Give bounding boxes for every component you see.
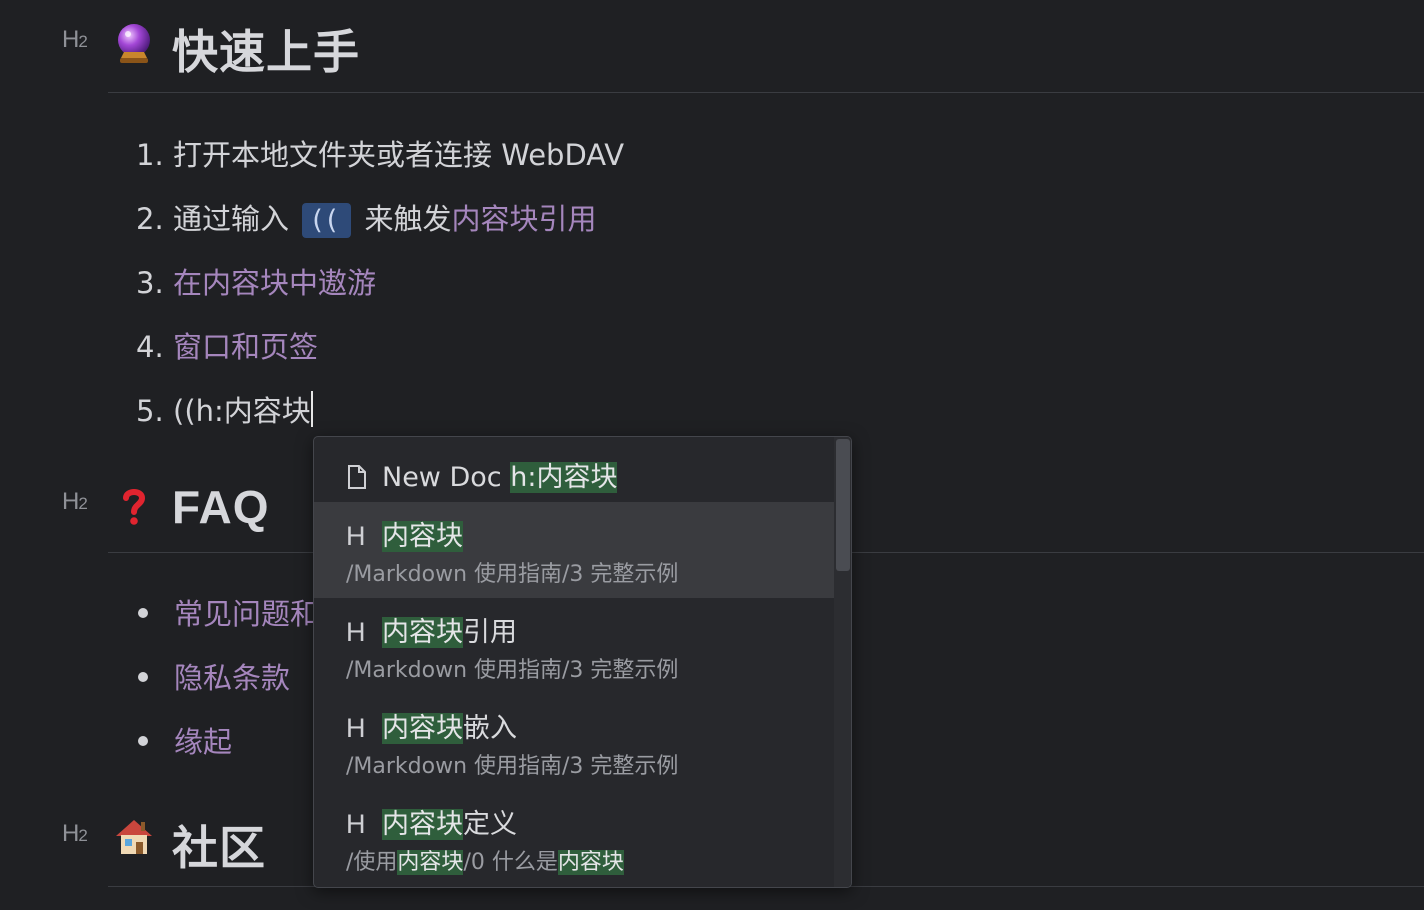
heading-type-icon: H [346,809,366,839]
heading-level-marker: H2 [62,820,88,847]
result-path: /Markdown 使用指南/3 完整示例 [346,754,679,779]
inline-code: (( [302,203,352,238]
result-path: /Markdown 使用指南/3 完整示例 [346,658,679,683]
list-item-step-2: 2. 通过输入 (( 来触发内容块引用 [136,202,597,238]
house-emoji-icon [116,820,152,854]
section-title-faq: FAQ [172,481,270,533]
heading-type-icon: H [346,713,366,743]
autocomplete-item[interactable]: H 内容块引用 /Markdown 使用指南/3 完整示例 [314,598,834,694]
autocomplete-item[interactable]: H 内容块嵌入 /Markdown 使用指南/3 完整示例 [314,694,834,790]
list-item-privacy: 隐私条款 [136,655,290,697]
crystal-ball-emoji-icon [118,24,150,63]
bullet-dot [138,672,148,682]
list-item-step-4: 4. 窗口和页签 [136,330,319,364]
heading-divider [108,92,1424,93]
heading-level-marker: H2 [62,488,88,515]
autocomplete-item[interactable]: H 内容块定义 /使用内容块/0 什么是内容块 [314,790,834,886]
section-title-quickstart: 快速上手 [172,25,360,79]
list-item-origin: 缘起 [136,719,232,761]
autocomplete-item-selected[interactable]: H 内容块 /Markdown 使用指南/3 完整示例 [314,502,834,598]
block-reference-autocomplete-popup: New Doc h:内容块 H 内容块 /Markdown 使用指南/3 完整示例… [313,436,852,888]
list-item-step-1: 1. 打开本地文件夹或者连接 WebDAV [136,138,625,172]
match-highlight: 内容块 [382,521,463,552]
link-block-reference[interactable]: 内容块引用 [452,202,597,236]
match-highlight: 内容块 [382,617,463,648]
file-icon [346,462,370,493]
link-origin[interactable]: 缘起 [174,725,232,759]
list-item-faq: 常见问题和 [136,591,319,633]
link-roam-blocks[interactable]: 在内容块中遨游 [173,266,376,300]
link-privacy[interactable]: 隐私条款 [174,661,290,695]
result-path: /使用内容块/0 什么是内容块 [346,850,624,875]
link-faq[interactable]: 常见问题和 [174,597,319,631]
list-item-step-5-editing[interactable]: 5. ((h:内容块 [136,388,313,430]
popup-scrollbar-thumb[interactable] [836,439,850,571]
heading-type-icon: H [346,521,366,551]
match-highlight: 内容块 [382,809,463,840]
popup-scrollbar-track[interactable] [834,437,851,887]
question-mark-emoji-icon [123,489,146,525]
list-item-step-3: 3. 在内容块中遨游 [136,266,377,300]
text-caret [310,391,313,427]
link-windows-tabs[interactable]: 窗口和页签 [173,330,318,364]
autocomplete-item-new-doc[interactable]: New Doc h:内容块 [314,437,834,501]
heading-type-icon: H [346,617,366,647]
query-highlight: h:内容块 [510,462,618,493]
match-highlight: 内容块 [382,713,463,744]
bullet-dot [138,608,148,618]
section-title-community: 社区 [172,821,266,875]
editor-input-text[interactable]: ((h:内容块 [173,394,311,428]
bullet-dot [138,736,148,746]
result-path: /Markdown 使用指南/3 完整示例 [346,562,679,587]
heading-level-marker: H2 [62,26,88,53]
